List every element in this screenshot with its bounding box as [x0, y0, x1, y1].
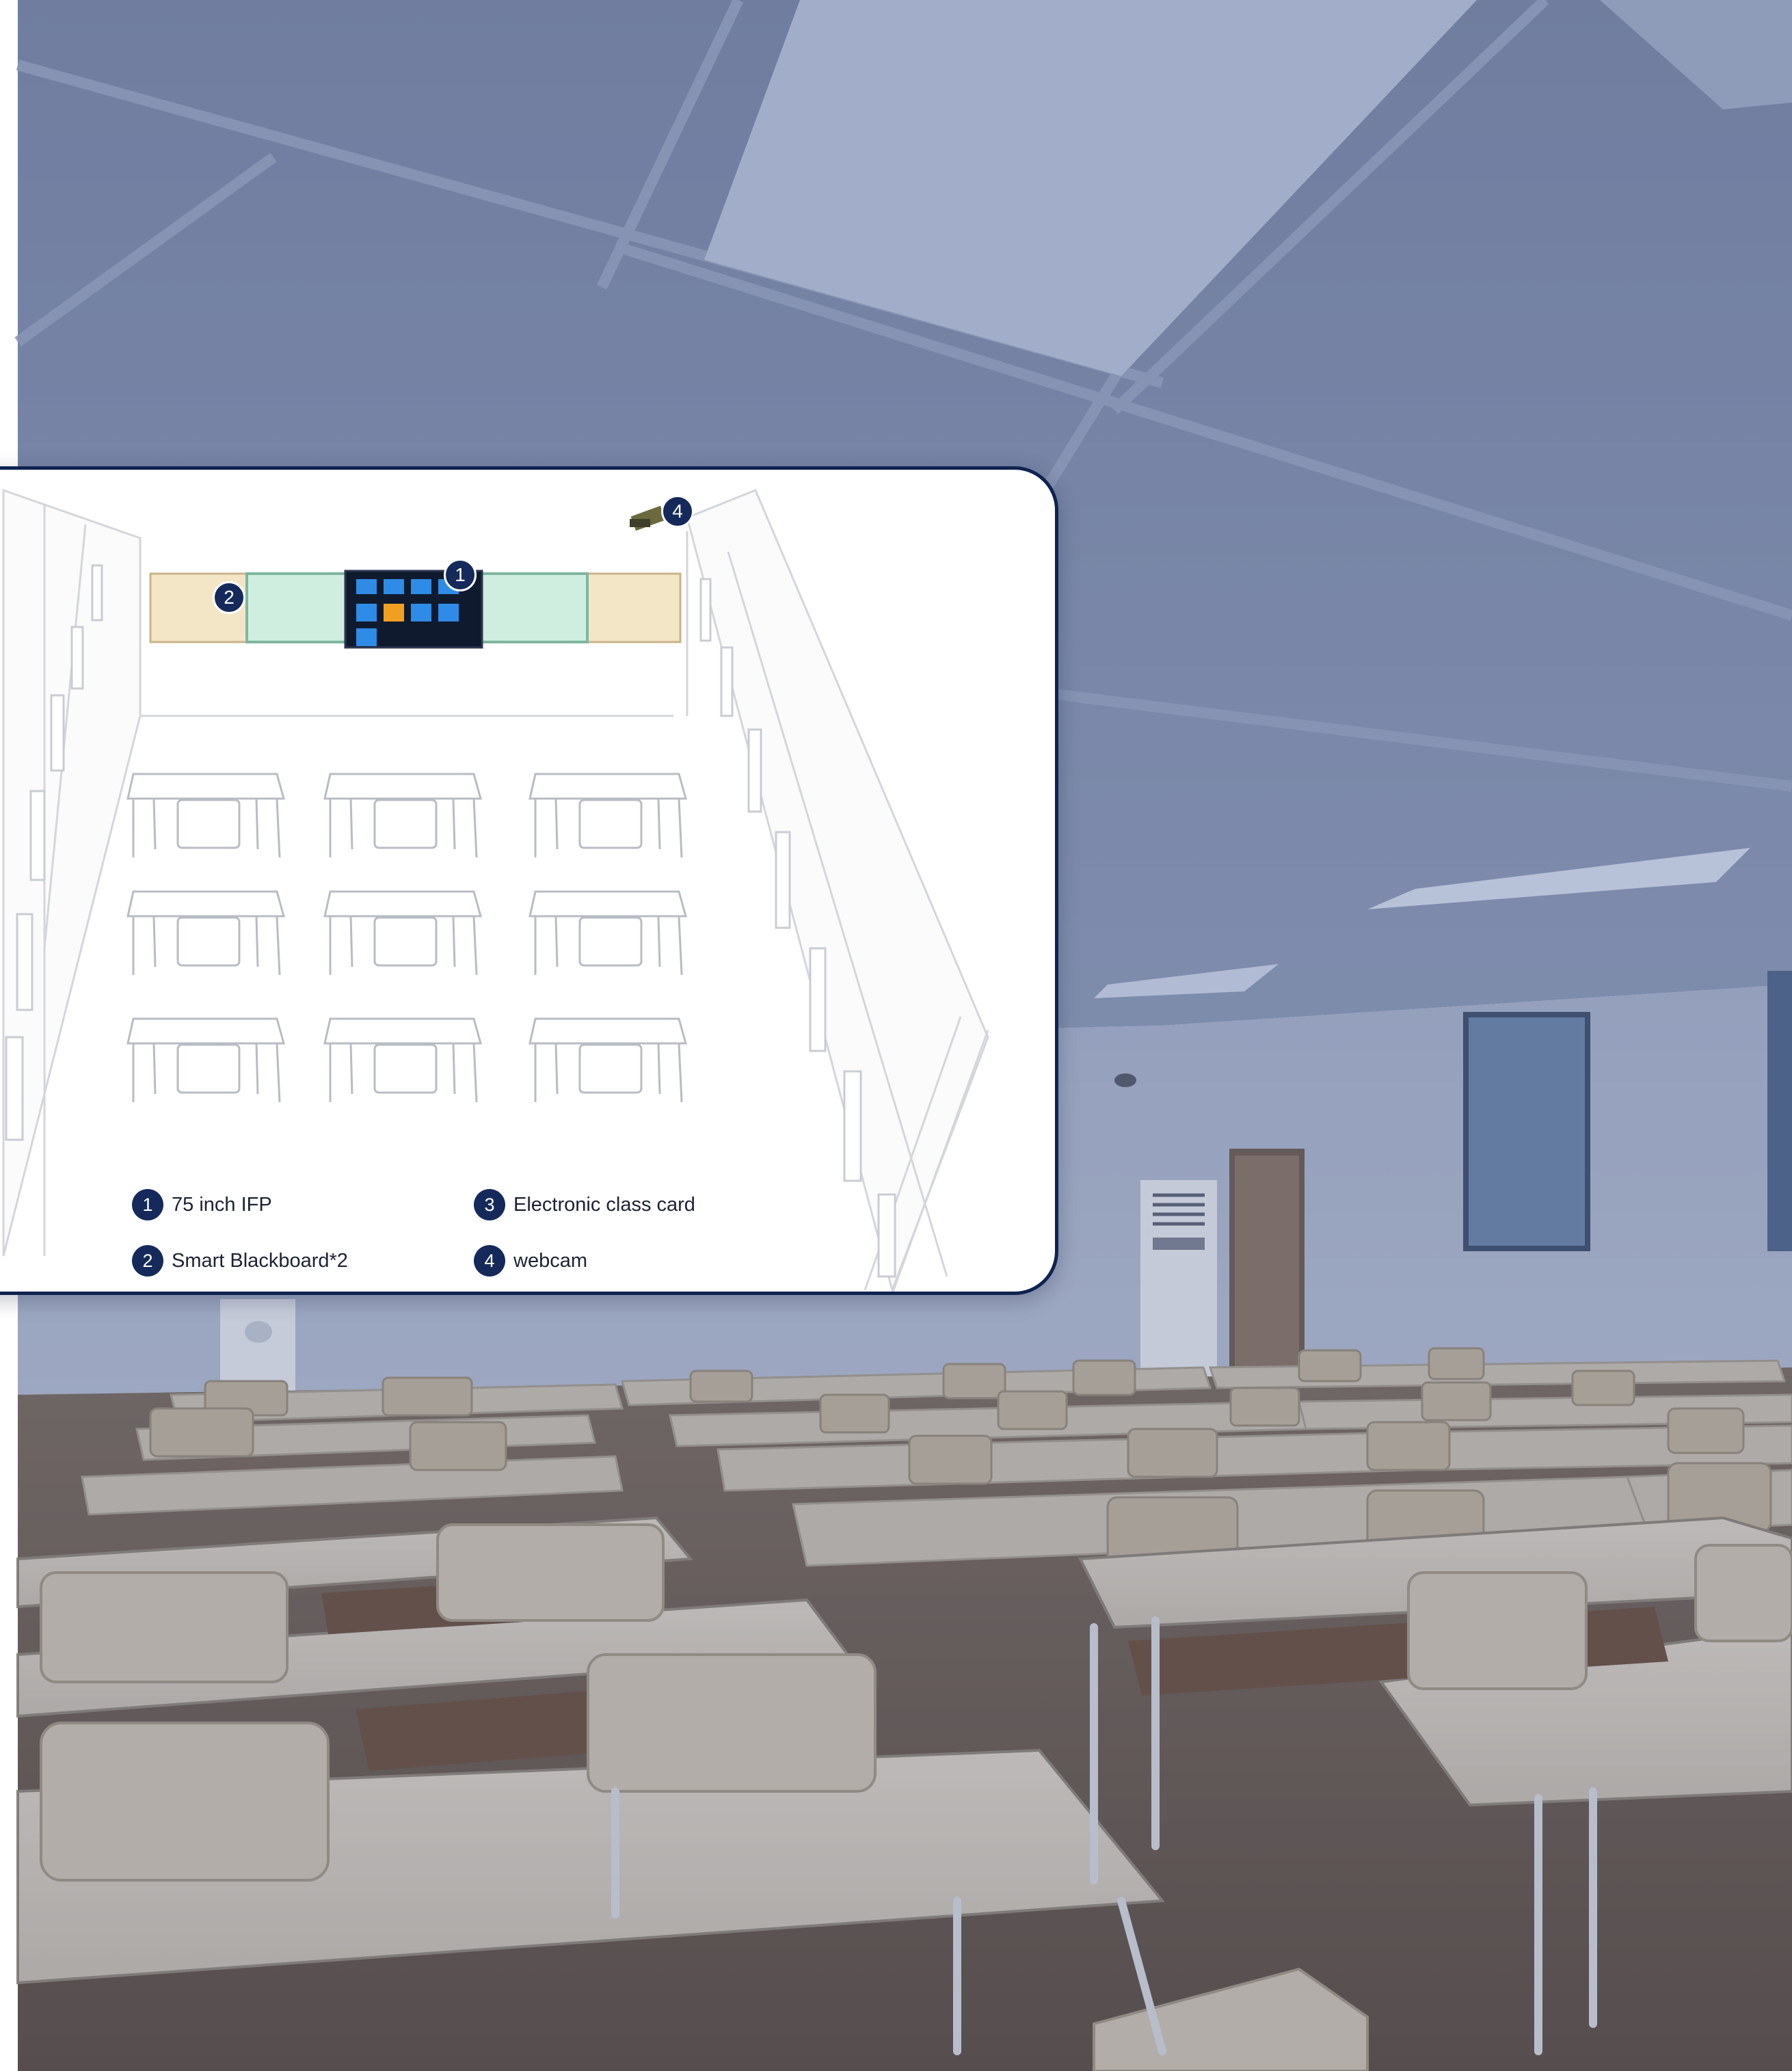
legend-number-badge: 4: [474, 1245, 505, 1277]
legend-item-smart-blackboard: 2 Smart Blackboard*2: [132, 1245, 348, 1277]
legend-item-ifp: 1 75 inch IFP: [132, 1189, 272, 1220]
equipment-legend: 1 75 inch IFP 2 Smart Blackboard*2 3 Ele…: [0, 470, 1055, 1292]
classroom-floor-plan-card: 1 2 4 1 75 inch IFP 2 Smart Blackboard*2…: [0, 466, 1058, 1295]
legend-number-badge: 3: [474, 1189, 505, 1220]
legend-label: webcam: [513, 1249, 587, 1272]
legend-item-electronic-class-card: 3 Electronic class card: [474, 1189, 695, 1220]
legend-label: Smart Blackboard*2: [172, 1249, 348, 1272]
legend-number-badge: 1: [132, 1189, 163, 1220]
legend-number-badge: 2: [132, 1245, 163, 1277]
legend-label: Electronic class card: [513, 1193, 695, 1216]
legend-item-webcam: 4 webcam: [474, 1245, 587, 1277]
legend-label: 75 inch IFP: [172, 1193, 272, 1216]
